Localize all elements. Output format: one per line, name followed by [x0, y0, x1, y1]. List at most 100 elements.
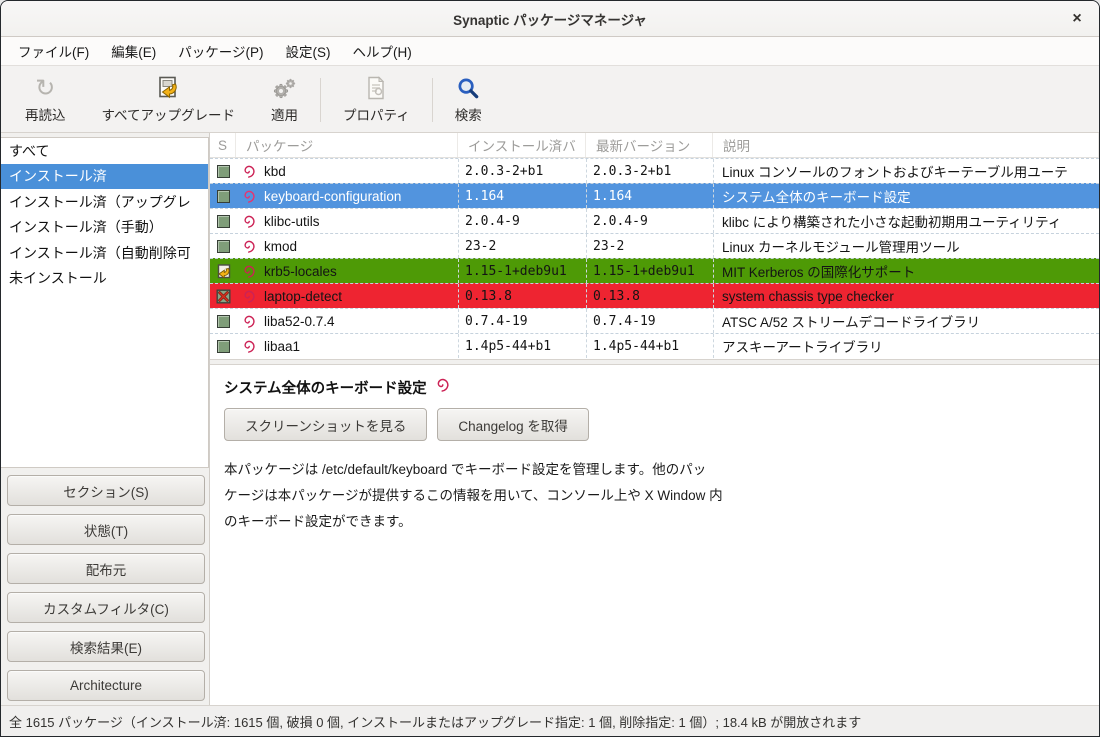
- package-row-marked-removal[interactable]: laptop-detect 0.13.8 0.13.8 system chass…: [210, 283, 1099, 308]
- package-row[interactable]: kbd 2.0.3-2+b1 2.0.3-2+b1 Linux コンソールのフォ…: [210, 158, 1099, 183]
- installed-version: 2.0.3-2+b1: [458, 159, 586, 183]
- package-name: kbd: [260, 159, 458, 183]
- filter-item-installed-autoremovable[interactable]: インストール済（自動削除可: [1, 240, 208, 266]
- statusbar: 全 1615 パッケージ（インストール済: 1615 個, 破損 0 個, イン…: [1, 705, 1099, 736]
- package-name: keyboard-configuration: [260, 184, 458, 208]
- apply-button[interactable]: 適用: [253, 70, 316, 130]
- close-icon: ×: [1072, 10, 1081, 28]
- installed-status-icon: [217, 215, 230, 228]
- filter-item-installed-manual[interactable]: インストール済（手動）: [1, 215, 208, 241]
- table-header: S パッケージ インストール済バ 最新バージョン 説明: [210, 133, 1099, 158]
- main-area: すべて インストール済 インストール済（アップグレ インストール済（手動） イン…: [1, 133, 1099, 705]
- installed-status-icon: [217, 340, 230, 353]
- search-results-button[interactable]: 検索結果(E): [7, 631, 205, 662]
- menubar: ファイル(F) 編集(E) パッケージ(P) 設定(S) ヘルプ(H): [1, 37, 1099, 66]
- view-screenshot-button[interactable]: スクリーンショットを見る: [224, 408, 427, 441]
- package-table: S パッケージ インストール済バ 最新バージョン 説明 kbd 2.0.3-2+…: [210, 133, 1099, 359]
- col-header-installed-version[interactable]: インストール済バ: [458, 133, 586, 157]
- package-long-description: 本パッケージは /etc/default/keyboard でキーボード設定を管…: [224, 457, 1085, 535]
- package-row[interactable]: kmod 23-2 23-2 Linux カーネルモジュール管理用ツール: [210, 233, 1099, 258]
- debian-swirl-icon: [435, 378, 449, 397]
- get-changelog-button[interactable]: Changelog を取得: [437, 408, 589, 441]
- installed-status-icon: [217, 240, 230, 253]
- package-name: liba52-0.7.4: [260, 309, 458, 333]
- category-buttons: セクション(S) 状態(T) 配布元 カスタムフィルタ(C) 検索結果(E) A…: [1, 468, 209, 701]
- menu-package[interactable]: パッケージ(P): [167, 36, 274, 66]
- package-row[interactable]: libaa1 1.4p5-44+b1 1.4p5-44+b1 アスキーアートライ…: [210, 333, 1099, 358]
- installed-version: 2.0.4-9: [458, 209, 586, 233]
- package-description-cell: klibc により構築された小さな起動初期用ユーティリティ: [713, 209, 1099, 233]
- package-name: libaa1: [260, 334, 458, 358]
- latest-version: 23-2: [586, 234, 713, 258]
- properties-button[interactable]: プロパティ: [325, 70, 428, 130]
- latest-version: 1.4p5-44+b1: [586, 334, 713, 358]
- package-description-cell: システム全体のキーボード設定: [713, 184, 1099, 208]
- reload-icon: ↻: [35, 73, 55, 101]
- filter-list: すべて インストール済 インストール済（アップグレ インストール済（手動） イン…: [1, 137, 209, 468]
- titlebar: Synaptic パッケージマネージャ ×: [1, 1, 1099, 37]
- upgrade-status-icon: [210, 259, 236, 283]
- package-description-cell: Linux コンソールのフォントおよびキーテーブル用ユーテ: [713, 159, 1099, 183]
- debian-swirl-icon: [236, 259, 260, 283]
- col-header-status[interactable]: S: [210, 133, 236, 157]
- package-name: krb5-locales: [260, 259, 458, 283]
- properties-icon: [363, 73, 389, 101]
- menu-help[interactable]: ヘルプ(H): [341, 36, 422, 66]
- installed-version: 1.4p5-44+b1: [458, 334, 586, 358]
- latest-version: 0.7.4-19: [586, 309, 713, 333]
- debian-swirl-icon: [236, 184, 260, 208]
- menu-file[interactable]: ファイル(F): [7, 36, 100, 66]
- toolbar-separator: [320, 78, 321, 122]
- search-button[interactable]: 検索: [437, 70, 500, 130]
- description-line: のキーボード設定ができます。: [224, 509, 1085, 535]
- package-description-cell: system chassis type checker: [713, 284, 1099, 308]
- custom-filters-button[interactable]: カスタムフィルタ(C): [7, 592, 205, 623]
- col-header-package[interactable]: パッケージ: [236, 133, 458, 157]
- menu-edit[interactable]: 編集(E): [100, 36, 167, 66]
- package-row-selected[interactable]: keyboard-configuration 1.164 1.164 システム全…: [210, 183, 1099, 208]
- debian-swirl-icon: [236, 334, 260, 358]
- debian-swirl-icon: [236, 159, 260, 183]
- latest-version: 2.0.3-2+b1: [586, 159, 713, 183]
- menu-settings[interactable]: 設定(S): [274, 36, 341, 66]
- synaptic-window: Synaptic パッケージマネージャ × ファイル(F) 編集(E) パッケー…: [0, 0, 1100, 737]
- filter-item-installed-upgradable[interactable]: インストール済（アップグレ: [1, 189, 208, 215]
- latest-version: 2.0.4-9: [586, 209, 713, 233]
- filter-item-all[interactable]: すべて: [1, 138, 208, 164]
- description-line: 本パッケージは /etc/default/keyboard でキーボード設定を管…: [224, 457, 1085, 483]
- close-button[interactable]: ×: [1065, 7, 1089, 31]
- latest-version: 0.13.8: [586, 284, 713, 308]
- installed-status-icon: [217, 165, 230, 178]
- architecture-button[interactable]: Architecture: [7, 670, 205, 701]
- filter-item-not-installed[interactable]: 未インストール: [1, 266, 208, 292]
- toolbar-separator: [432, 78, 433, 122]
- debian-swirl-icon: [236, 284, 260, 308]
- col-header-latest-version[interactable]: 最新バージョン: [586, 133, 713, 157]
- origin-button[interactable]: 配布元: [7, 553, 205, 584]
- reload-button[interactable]: ↻ 再読込: [7, 70, 84, 130]
- installed-version: 1.15-1+deb9u1: [458, 259, 586, 283]
- installed-version: 0.13.8: [458, 284, 586, 308]
- installed-version: 1.164: [458, 184, 586, 208]
- upgrade-all-button[interactable]: すべてアップグレード: [84, 70, 254, 130]
- installed-version: 23-2: [458, 234, 586, 258]
- col-header-description[interactable]: 説明: [713, 133, 1099, 157]
- package-description-cell: ATSC A/52 ストリームデコードライブラリ: [713, 309, 1099, 333]
- sections-button[interactable]: セクション(S): [7, 475, 205, 506]
- status-button[interactable]: 状態(T): [7, 514, 205, 545]
- debian-swirl-icon: [236, 234, 260, 258]
- sidebar: すべて インストール済 インストール済（アップグレ インストール済（手動） イン…: [1, 133, 210, 705]
- package-row[interactable]: liba52-0.7.4 0.7.4-19 0.7.4-19 ATSC A/52…: [210, 308, 1099, 333]
- installed-version: 0.7.4-19: [458, 309, 586, 333]
- package-row-marked-upgrade[interactable]: krb5-locales 1.15-1+deb9u1 1.15-1+deb9u1…: [210, 258, 1099, 283]
- package-description-cell: アスキーアートライブラリ: [713, 334, 1099, 358]
- filter-item-installed[interactable]: インストール済: [1, 164, 208, 190]
- installed-status-icon: [217, 190, 230, 203]
- package-description-cell: MIT Kerberos の国際化サポート: [713, 259, 1099, 283]
- apply-gears-icon: [272, 73, 298, 101]
- content-area: S パッケージ インストール済バ 最新バージョン 説明 kbd 2.0.3-2+…: [210, 133, 1099, 705]
- package-name: klibc-utils: [260, 209, 458, 233]
- upgrade-all-icon: [155, 73, 181, 101]
- toolbar: ↻ 再読込 すべてアップグレード: [1, 66, 1099, 133]
- package-row[interactable]: klibc-utils 2.0.4-9 2.0.4-9 klibc により構築さ…: [210, 208, 1099, 233]
